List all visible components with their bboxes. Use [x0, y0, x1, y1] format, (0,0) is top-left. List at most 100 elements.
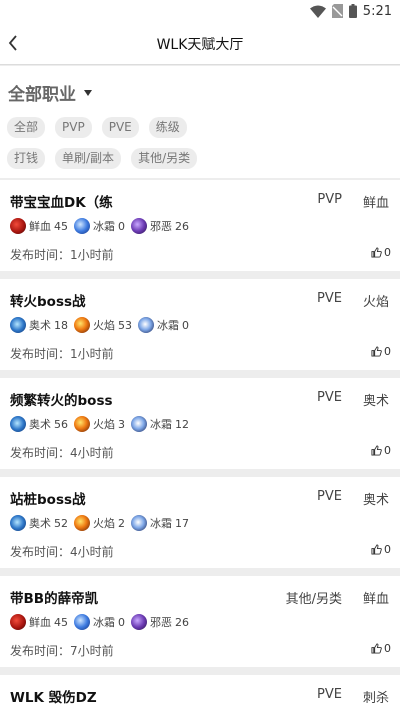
- blood-icon: [10, 614, 26, 630]
- post-time-label: 发布时间：: [10, 644, 71, 658]
- talent-post-card[interactable]: 转火boss战 PVE 火焰 奥术 18 火焰 53 冰霜 0 发布时间：1小时前 0: [0, 279, 400, 370]
- filter-chip-farming[interactable]: 打钱: [7, 148, 46, 169]
- talent-points: 26: [175, 615, 189, 629]
- status-bar: 5:21: [0, 0, 400, 22]
- like-button[interactable]: 0: [371, 444, 391, 457]
- talent-post-card[interactable]: 带BB的薛帝凯 其他/另类 鲜血 鲜血 45 冰霜 0 邪恶 26 发布时间：7小时前…: [0, 576, 400, 667]
- post-title: WLK 毁伤DZ: [10, 690, 97, 706]
- talent-tree: 邪恶 26: [131, 218, 189, 234]
- talent-tree-name: 冰霜: [93, 220, 115, 233]
- post-time-value: 4小时前: [70, 545, 114, 559]
- talent-tree-name: 鲜血: [29, 616, 51, 629]
- page-title: WLK天赋大厅: [156, 37, 244, 53]
- post-time-label: 发布时间：: [10, 446, 71, 460]
- post-type: PVE: [317, 390, 342, 405]
- like-count: 0: [384, 642, 391, 655]
- fire-icon: [74, 416, 90, 432]
- talent-tree-name: 邪恶: [150, 220, 172, 233]
- post-time-label: 发布时间：: [10, 347, 71, 361]
- talent-points: 53: [118, 318, 132, 332]
- post-time-label: 发布时间：: [10, 248, 71, 262]
- post-time-value: 4小时前: [70, 446, 114, 460]
- talent-summary: 鲜血 45 冰霜 0 邪恶 26: [10, 614, 195, 630]
- talent-points: 17: [175, 516, 189, 530]
- thumbs-up-icon: [371, 445, 382, 456]
- talent-summary: 奥术 52 火焰 2 冰霜 17: [10, 515, 195, 531]
- talent-tree-name: 奥术: [29, 319, 51, 332]
- dropdown-triangle-icon: [84, 89, 92, 96]
- filter-chip-other[interactable]: 其他/另类: [131, 148, 198, 169]
- status-time: 5:21: [362, 3, 392, 19]
- post-spec: 刺杀: [362, 691, 389, 706]
- like-button[interactable]: 0: [371, 543, 391, 556]
- like-count: 0: [384, 444, 391, 457]
- post-spec: 鲜血: [362, 196, 389, 211]
- talent-post-card[interactable]: 频繁转火的boss PVE 奥术 奥术 56 火焰 3 冰霜 12 发布时间：4小时前…: [0, 378, 400, 469]
- talent-points: 0: [118, 615, 125, 629]
- talent-points: 45: [54, 615, 68, 629]
- filter-chip-all[interactable]: 全部: [7, 117, 46, 138]
- talent-tree: 冰霜 0: [74, 614, 125, 630]
- post-spec: 火焰: [362, 295, 389, 310]
- unholy-icon: [131, 614, 147, 630]
- filter-chip-leveling[interactable]: 练级: [148, 117, 187, 138]
- filter-panel: 全部职业 全部 PVP PVE 练级 打钱 单刷/副本 其他/另类: [0, 66, 400, 178]
- post-time-value: 7小时前: [70, 644, 114, 658]
- talent-summary: 奥术 18 火焰 53 冰霜 0: [10, 317, 195, 333]
- like-button[interactable]: 0: [371, 246, 391, 259]
- talent-summary: 奥术 56 火焰 3 冰霜 12: [10, 416, 195, 432]
- like-button[interactable]: 0: [371, 345, 391, 358]
- talent-post-card[interactable]: 站桩boss战 PVE 奥术 奥术 52 火焰 2 冰霜 17 发布时间：4小时前 0: [0, 477, 400, 568]
- talent-points: 45: [54, 219, 68, 233]
- like-button[interactable]: 0: [371, 642, 391, 655]
- talent-tree-name: 火焰: [93, 517, 115, 530]
- talent-tree-name: 火焰: [93, 418, 115, 431]
- talent-tree: 冰霜 0: [74, 218, 125, 234]
- talent-tree-name: 奥术: [29, 418, 51, 431]
- like-count: 0: [384, 543, 391, 556]
- class-dropdown-label: 全部职业: [8, 85, 76, 105]
- class-dropdown[interactable]: 全部职业: [8, 80, 92, 105]
- filter-chip-solo-dungeon[interactable]: 单刷/副本: [55, 148, 122, 169]
- no-sim-icon: [331, 4, 343, 18]
- post-time: 发布时间：1小时前: [10, 345, 114, 362]
- talent-points: 0: [118, 219, 125, 233]
- talent-tree: 火焰 2: [74, 515, 125, 531]
- talent-tree: 火焰 53: [74, 317, 132, 333]
- post-time-value: 1小时前: [70, 248, 114, 262]
- talent-tree: 冰霜 17: [131, 515, 189, 531]
- talent-summary: 鲜血 45 冰霜 0 邪恶 26: [10, 218, 195, 234]
- talent-tree-name: 奥术: [29, 517, 51, 530]
- talent-tree: 鲜血 45: [10, 614, 68, 630]
- talent-tree: 奥术 56: [10, 416, 68, 432]
- talent-tree: 邪恶 26: [131, 614, 189, 630]
- talent-points: 2: [118, 516, 125, 530]
- fire-icon: [74, 317, 90, 333]
- wifi-icon: [309, 5, 326, 18]
- talent-tree-name: 鲜血: [29, 220, 51, 233]
- mage-frost-icon: [131, 416, 147, 432]
- mage-frost-icon: [138, 317, 154, 333]
- arcane-icon: [10, 515, 26, 531]
- filter-chip-pvp[interactable]: PVP: [55, 117, 92, 138]
- frost-icon: [74, 218, 90, 234]
- talent-points: 26: [175, 219, 189, 233]
- post-type: 其他/另类: [285, 592, 342, 607]
- post-time: 发布时间：4小时前: [10, 543, 114, 560]
- post-time: 发布时间：1小时前: [10, 246, 114, 263]
- talent-points: 52: [54, 516, 68, 530]
- status-icons: 5:21: [309, 3, 392, 19]
- talent-post-card[interactable]: 带宝宝血DK（练 PVP 鲜血 鲜血 45 冰霜 0 邪恶 26 发布时间：1小时前 …: [0, 180, 400, 271]
- post-title: 站桩boss战: [10, 492, 86, 508]
- frost-icon: [74, 614, 90, 630]
- post-time: 发布时间：7小时前: [10, 642, 114, 659]
- talent-points: 3: [118, 417, 125, 431]
- post-time-value: 1小时前: [70, 347, 114, 361]
- post-type: PVE: [317, 489, 342, 504]
- post-title: 转火boss战: [10, 294, 86, 310]
- post-type: PVE: [317, 687, 342, 702]
- post-time-label: 发布时间：: [10, 545, 71, 559]
- filter-chip-pve[interactable]: PVE: [101, 117, 139, 138]
- talent-post-card[interactable]: WLK 毁伤DZ PVE 刺杀: [0, 675, 400, 712]
- talent-tree-name: 冰霜: [93, 616, 115, 629]
